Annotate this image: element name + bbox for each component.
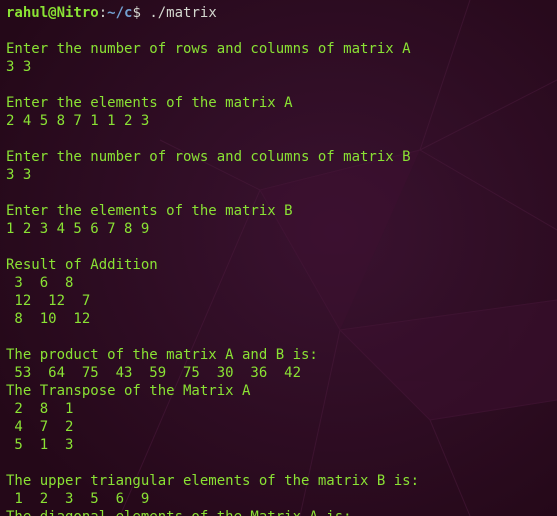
- output-line: 3 3: [6, 59, 32, 75]
- output-line: The product of the matrix A and B is:: [6, 347, 318, 363]
- output-line: The upper triangular elements of the mat…: [6, 473, 420, 489]
- prompt-path: ~/c: [107, 5, 133, 21]
- output-line: Enter the number of rows and columns of …: [6, 149, 411, 165]
- output-line: 2 8 1: [6, 401, 74, 417]
- prompt-symbol: $: [132, 5, 141, 21]
- output-line: 3 3: [6, 167, 32, 183]
- output-line: The diagonal elements of the Matrix A is…: [6, 508, 557, 516]
- prompt-separator: :: [98, 5, 108, 21]
- output-line: Enter the elements of the matrix A: [6, 95, 293, 111]
- output-line: 8 10 12: [6, 311, 91, 327]
- prompt-line: rahul@Nitro:~/c$ ./matrix: [6, 4, 557, 22]
- output-line: 1 2 3 4 5 6 7 8 9: [6, 221, 150, 237]
- output-line: 5 1 3: [6, 437, 74, 453]
- output-line: 53 64 75 43 59 75 30 36 42: [6, 365, 302, 381]
- output-line: 3 6 8: [6, 275, 74, 291]
- output-line: 4 7 2: [6, 419, 74, 435]
- output-line: 12 12 7: [6, 293, 91, 309]
- prompt-user-host: rahul@Nitro: [6, 5, 99, 21]
- output-line: Enter the number of rows and columns of …: [6, 41, 411, 57]
- output-line: Enter the elements of the matrix B: [6, 203, 293, 219]
- output-line: 2 4 5 8 7 1 1 2 3: [6, 113, 150, 129]
- terminal-window[interactable]: rahul@Nitro:~/c$ ./matrix Enter the numb…: [0, 0, 557, 516]
- output-line: Result of Addition: [6, 257, 158, 273]
- terminal-output: rahul@Nitro:~/c$ ./matrix Enter the numb…: [6, 4, 557, 516]
- output-line: 1 2 3 5 6 9: [6, 491, 150, 507]
- prompt-command: ./matrix: [140, 5, 217, 21]
- output-line: The Transpose of the Matrix A: [6, 383, 251, 399]
